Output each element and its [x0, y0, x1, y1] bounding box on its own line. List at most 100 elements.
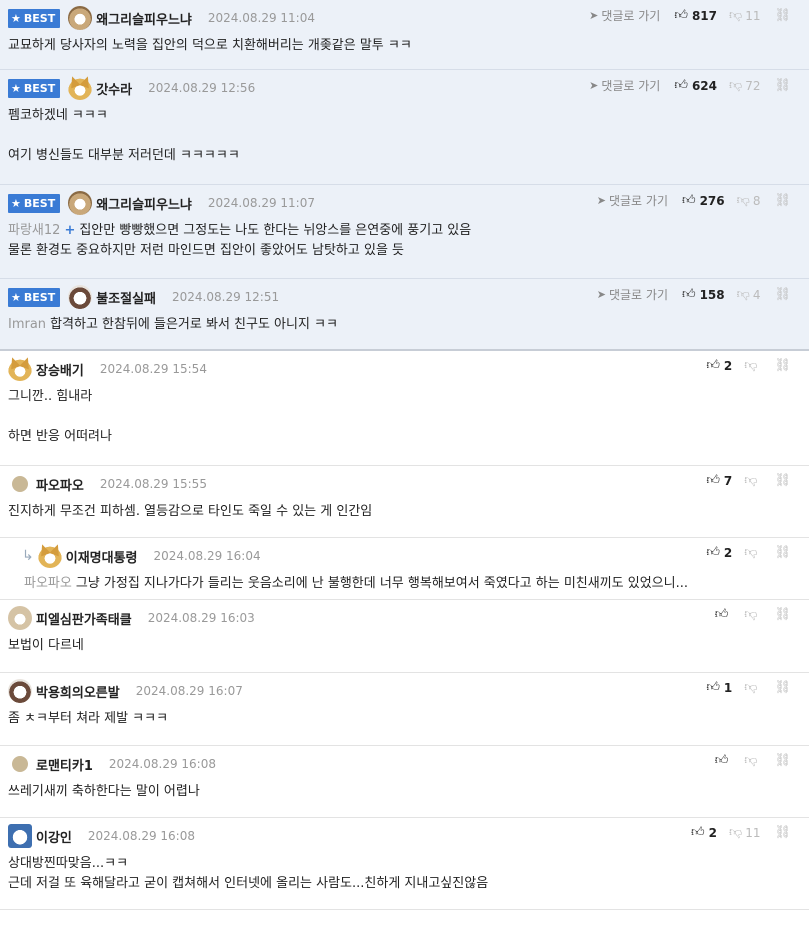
comment-body: 좀 ㅊㅋ부터 쳐라 제발 ㅋㅋㅋ — [8, 709, 801, 737]
comment-date: 2024.08.29 15:54 — [99, 362, 207, 376]
avatar[interactable] — [8, 679, 32, 703]
like-count: 7 — [723, 473, 733, 488]
comment-body: 파랑새12 + 집안만 빵빵했으면 그정도는 나도 한다는 뉘앙스를 은연중에 풍기… — [8, 221, 801, 269]
mention-nickname[interactable]: Imran — [8, 317, 46, 332]
goto-comment-link[interactable]: ➤ 댓글로 가기 — [597, 192, 668, 209]
nickname[interactable]: 갓수라 — [96, 79, 132, 98]
like-count: 2 — [723, 358, 733, 373]
nickname[interactable]: 이강인 — [36, 827, 72, 846]
link-icon[interactable]: ⛓ — [774, 825, 791, 840]
like-button[interactable]: 👍︎ 276 — [682, 193, 725, 208]
comment-line: 그니깐.. 힘내라 — [8, 387, 801, 407]
avatar[interactable] — [68, 285, 93, 309]
avatar[interactable] — [8, 606, 32, 630]
dislike-button[interactable]: 👎︎ 8 — [737, 193, 761, 208]
link-icon[interactable]: ⛓ — [774, 193, 791, 208]
link-icon[interactable]: ⛓ — [774, 8, 791, 23]
thumbs-down-icon: 👎︎ — [729, 8, 743, 23]
nickname[interactable]: 로맨티카1 — [36, 755, 93, 774]
mention-plus: + — [64, 223, 76, 238]
like-count: 2 — [708, 825, 717, 840]
like-count: 1 — [723, 680, 733, 695]
comment: 박용희의오른발 2024.08.29 16:07 👍︎ 1 👎︎ ⛓ 좀 ㅊㅋ부터 쳐라 제… — [0, 673, 809, 746]
comment-date: 2024.08.29 16:07 — [135, 684, 243, 698]
like-button[interactable]: 👍︎ 2 — [691, 825, 717, 840]
dislike-button[interactable]: 👎︎ — [744, 753, 760, 768]
dislike-button[interactable]: 👎︎ — [744, 680, 760, 695]
comment-body: 그니깐.. 힘내라하면 반응 어떠려나 — [8, 387, 801, 455]
avatar[interactable] — [12, 476, 28, 492]
link-icon[interactable]: ⛓ — [774, 545, 791, 560]
link-icon[interactable]: ⛓ — [774, 473, 791, 488]
nickname[interactable]: 피엘심판가족태클 — [36, 609, 132, 628]
comment-text: 근데 저걸 또 육해달라고 굳이 캡쳐해서 인터넷에 올리는 사람도...친하게… — [8, 876, 489, 891]
dislike-button[interactable]: 👎︎ — [744, 545, 760, 560]
best-badge-label: BEST — [23, 196, 56, 210]
dislike-button[interactable]: 👎︎ — [744, 358, 760, 373]
dislike-button[interactable]: 👎︎ 4 — [737, 287, 761, 302]
dislike-button[interactable]: 👎︎ 11 — [729, 8, 760, 23]
goto-comment-link[interactable]: ➤ 댓글로 가기 — [597, 286, 668, 303]
like-button[interactable]: 👍︎ 817 — [674, 8, 717, 23]
comment-date: 2024.08.29 16:03 — [147, 611, 255, 625]
comment-body: 보법이 다르네 — [8, 636, 801, 664]
dislike-button[interactable]: 👎︎ 72 — [729, 78, 760, 93]
avatar[interactable] — [37, 544, 62, 568]
dislike-button[interactable]: 👎︎ — [744, 473, 760, 488]
like-button[interactable]: 👍︎ 2 — [706, 545, 732, 560]
link-icon[interactable]: ⛓ — [774, 358, 791, 373]
comment-line: 하면 반응 어떠려나 — [8, 427, 801, 447]
comment: 이강인 2024.08.29 16:08 👍︎ 2 👎︎ 11 ⛓ 상대방찐따맞음...ㅋㅋ 근… — [0, 818, 809, 910]
comment-text: 쓰레기새끼 축하한다는 말이 어렵나 — [8, 784, 200, 799]
avatar[interactable] — [68, 191, 93, 215]
like-button[interactable]: 👍︎ 1 — [706, 680, 732, 695]
link-icon[interactable]: ⛓ — [774, 607, 791, 622]
nickname[interactable]: 왜그리슬피우느냐 — [96, 194, 192, 213]
dislike-count: 72 — [745, 78, 761, 93]
mention-nickname[interactable]: 파랑새12 — [8, 223, 60, 238]
comment-actions: 👍︎ 1 👎︎ ⛓ — [706, 680, 791, 695]
goto-comment-link[interactable]: ➤ 댓글로 가기 — [589, 77, 660, 94]
avatar[interactable] — [68, 6, 93, 30]
star-icon: ★ — [11, 81, 21, 95]
dislike-button[interactable]: 👎︎ — [744, 607, 760, 622]
like-button[interactable]: 👍︎ — [715, 753, 733, 768]
like-button[interactable]: 👍︎ 7 — [706, 473, 732, 488]
comment-actions: ➤ 댓글로 가기 👍︎ 158 👎︎ 4 ⛓ — [597, 286, 791, 303]
nickname[interactable]: 왜그리슬피우느냐 — [96, 9, 192, 28]
dislike-count: 8 — [752, 193, 761, 208]
link-icon[interactable]: ⛓ — [774, 753, 791, 768]
comment: 로맨티카1 2024.08.29 16:08 👍︎ 👎︎ ⛓ 쓰레기새끼 축하한다는 말이… — [0, 746, 809, 818]
goto-comment-link[interactable]: ➤ 댓글로 가기 — [589, 7, 660, 24]
like-button[interactable]: 👍︎ — [715, 607, 733, 622]
avatar[interactable] — [68, 76, 93, 100]
like-button[interactable]: 👍︎ 2 — [706, 358, 732, 373]
like-button[interactable]: 👍︎ 624 — [674, 78, 717, 93]
nickname[interactable]: 장승배기 — [36, 360, 84, 379]
best-badge-label: BEST — [23, 81, 56, 95]
mention-nickname[interactable]: 파오파오 — [24, 576, 72, 591]
nickname[interactable]: 이재명대통령 — [66, 547, 138, 566]
avatar[interactable] — [8, 824, 32, 848]
avatar[interactable] — [12, 756, 28, 772]
nickname[interactable]: 파오파오 — [36, 475, 84, 494]
nickname[interactable]: 박용희의오른발 — [36, 682, 120, 701]
thumbs-up-icon: 👍︎ — [706, 358, 720, 373]
link-icon[interactable]: ⛓ — [774, 680, 791, 695]
link-icon[interactable]: ⛓ — [774, 78, 791, 93]
avatar[interactable] — [8, 357, 32, 381]
best-badge-label: BEST — [23, 290, 56, 304]
comment-header: 이강인 2024.08.29 16:08 👍︎ 2 👎︎ 11 ⛓ — [8, 818, 801, 854]
comment-line: 쓰레기새끼 축하한다는 말이 어렵나 — [8, 782, 801, 802]
comment-header: ★ BEST 불조절실패 2024.08.29 12:51 ➤ 댓글로 가기 👍︎ 158 👎︎… — [8, 279, 801, 315]
comment-text: 집안만 빵빵했으면 그정도는 나도 한다는 뉘앙스를 은연중에 풍기고 있음 — [79, 223, 472, 238]
link-icon[interactable]: ⛓ — [774, 287, 791, 302]
best-badge: ★ BEST — [8, 78, 61, 98]
thumbs-up-icon: 👍︎ — [706, 473, 720, 488]
thumbs-down-icon: 👎︎ — [744, 473, 758, 488]
dislike-button[interactable]: 👎︎ 11 — [729, 825, 760, 840]
like-button[interactable]: 👍︎ 158 — [682, 287, 725, 302]
send-arrow-icon: ➤ — [596, 288, 606, 301]
comment-text: 보법이 다르네 — [8, 638, 84, 653]
nickname[interactable]: 불조절실패 — [96, 288, 156, 307]
